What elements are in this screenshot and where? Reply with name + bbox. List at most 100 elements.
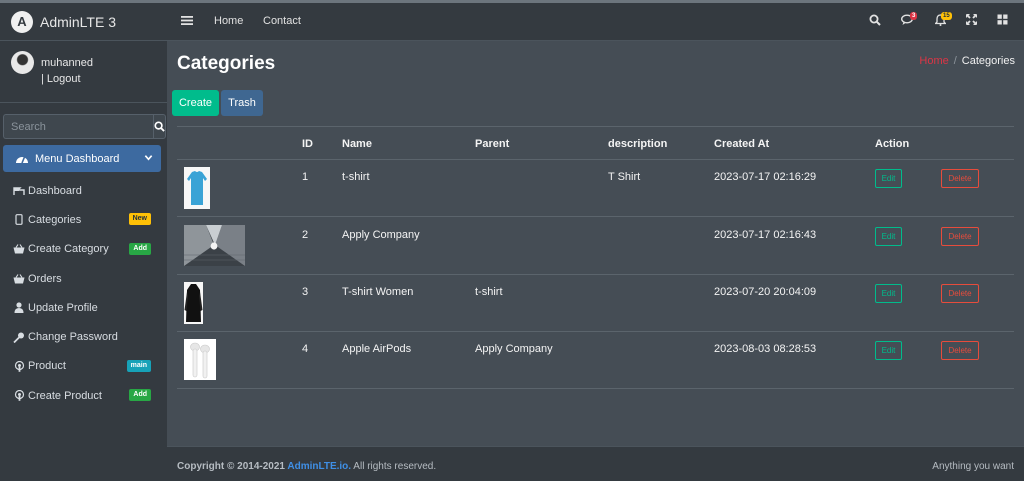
sidebar-item-label: Change Password: [28, 331, 118, 344]
column-header-name: Name: [342, 138, 372, 150]
table-top-divider: [177, 126, 1014, 127]
breadcrumb-separator: /: [953, 55, 957, 67]
sidebar-item-label: Create Category: [28, 243, 109, 256]
logout-link[interactable]: | Logout: [41, 73, 81, 85]
messages-button[interactable]: 3: [900, 12, 918, 29]
column-header-parent: Parent: [475, 138, 510, 150]
column-header-description: description: [608, 138, 668, 150]
row-id: 2: [302, 229, 309, 241]
sidebar-item-label: Dashboard: [28, 184, 82, 197]
key-icon: [12, 332, 26, 343]
notifications-button[interactable]: 15: [933, 12, 952, 29]
copyright: Copyright © 2014-2021 AdminLTE.io. All r…: [177, 461, 436, 472]
copyright-prefix: Copyright © 2014-2021: [177, 461, 288, 472]
page-title: Categories: [177, 53, 276, 74]
search-button[interactable]: [153, 114, 166, 139]
main-badge: main: [126, 359, 151, 372]
avatar[interactable]: [11, 51, 34, 74]
trash-button[interactable]: Trash: [221, 90, 263, 116]
sidebar-nav: Menu Dashboard Dashboard Categories New …: [3, 145, 161, 410]
brand-text: AdminLTE 3: [40, 13, 116, 30]
sidebar-item-label: Product: [28, 360, 66, 373]
sidebar-item-update-profile[interactable]: Update Profile: [3, 293, 161, 322]
sidebar-item-orders[interactable]: Orders: [3, 264, 161, 293]
content-wrapper: Categories Home / Categories Create Trash …: [167, 41, 1024, 446]
sidebar-item-label: Menu Dashboard: [35, 152, 120, 165]
brand-link[interactable]: A AdminLTE 3: [0, 3, 167, 41]
add-badge: Add: [129, 389, 151, 402]
delete-button[interactable]: Delete: [941, 341, 979, 360]
user-name[interactable]: muhanned: [41, 57, 93, 69]
sidebar-search: [3, 114, 166, 139]
sidebar-item-categories[interactable]: Categories New: [3, 205, 161, 234]
row-parent: t-shirt: [475, 286, 503, 298]
footer-right-text: Anything you want: [932, 461, 1014, 472]
delete-button[interactable]: Delete: [941, 169, 979, 188]
user-icon: [12, 302, 26, 314]
copyright-suffix: All rights reserved.: [351, 461, 437, 472]
row-created-at: 2023-07-17 02:16:43: [714, 229, 817, 241]
breadcrumb: Home / Categories: [919, 55, 1015, 67]
delete-button[interactable]: Delete: [941, 284, 979, 303]
main-footer: Copyright © 2014-2021 AdminLTE.io. All r…: [167, 446, 1024, 481]
search-icon: [154, 121, 165, 132]
row-id: 4: [302, 343, 309, 355]
chevron-down-icon: [144, 155, 153, 161]
sidebar-item-create-product[interactable]: Create Product Add: [3, 381, 161, 410]
row-description: T Shirt: [608, 171, 641, 183]
category-image: [184, 282, 203, 324]
add-badge: Add: [129, 242, 151, 255]
edit-button[interactable]: Edit: [875, 227, 902, 246]
delete-button[interactable]: Delete: [941, 227, 979, 246]
copyright-brand-link[interactable]: AdminLTE.io.: [287, 461, 351, 472]
category-image: [184, 225, 245, 266]
breadcrumb-current: Categories: [961, 55, 1015, 67]
search-icon[interactable]: [869, 14, 881, 26]
column-header-id: ID: [302, 138, 313, 150]
edit-button[interactable]: Edit: [875, 341, 902, 360]
row-id: 1: [302, 171, 309, 183]
new-badge: New: [128, 213, 151, 226]
basket-icon: [12, 273, 26, 284]
tachometer-icon: [12, 186, 26, 196]
sidebar-item-create-category[interactable]: Create Category Add: [3, 235, 161, 264]
table-row: 3 T-shirt Women t-shirt 2023-07-20 20:04…: [177, 275, 1014, 332]
row-id: 3: [302, 286, 309, 298]
row-created-at: 2023-07-17 02:16:29: [714, 171, 817, 183]
podcast-icon: [12, 390, 26, 402]
sidebar: A AdminLTE 3 muhanned | Logout Menu Dash…: [0, 3, 167, 481]
edit-button[interactable]: Edit: [875, 284, 902, 303]
user-panel: muhanned | Logout: [0, 41, 167, 103]
sidebar-item-dashboard[interactable]: Dashboard: [3, 176, 161, 205]
row-created-at: 2023-08-03 08:28:53: [714, 343, 817, 355]
category-image: [184, 167, 210, 209]
sidebar-item-label: Orders: [28, 272, 62, 285]
create-button[interactable]: Create: [172, 90, 219, 116]
notifications-count-badge: 15: [941, 12, 952, 20]
breadcrumb-home[interactable]: Home: [919, 55, 948, 67]
messages-count-badge: 3: [910, 12, 918, 20]
control-sidebar-icon[interactable]: [997, 14, 1008, 25]
sidebar-item-label: Create Product: [28, 389, 102, 402]
table-row: 2 Apply Company 2023-07-17 02:16:43 Edit…: [177, 218, 1014, 275]
fullscreen-icon[interactable]: [966, 14, 977, 25]
row-name: T-shirt Women: [342, 286, 414, 298]
column-header-action: Action: [875, 138, 910, 150]
sidebar-item-product[interactable]: Product main: [3, 352, 161, 381]
edit-button[interactable]: Edit: [875, 169, 902, 188]
table-row: 1 t-shirt T Shirt 2023-07-17 02:16:29 Ed…: [177, 160, 1014, 217]
hamburger-icon[interactable]: [181, 15, 193, 26]
row-name: Apple AirPods: [342, 343, 412, 355]
nav-link-home[interactable]: Home: [214, 15, 243, 27]
sidebar-item-menu-dashboard[interactable]: Menu Dashboard: [3, 145, 161, 172]
mobile-icon: [12, 214, 26, 226]
category-image: [184, 339, 216, 380]
row-created-at: 2023-07-20 20:04:09: [714, 286, 817, 298]
row-name: t-shirt: [342, 171, 370, 183]
sidebar-item-change-password[interactable]: Change Password: [3, 322, 161, 351]
column-header-created-at: Created At: [714, 138, 770, 150]
row-name: Apply Company: [342, 229, 420, 241]
nav-link-contact[interactable]: Contact: [263, 15, 301, 27]
tachometer-icon: [16, 156, 28, 164]
search-input[interactable]: [3, 114, 153, 139]
